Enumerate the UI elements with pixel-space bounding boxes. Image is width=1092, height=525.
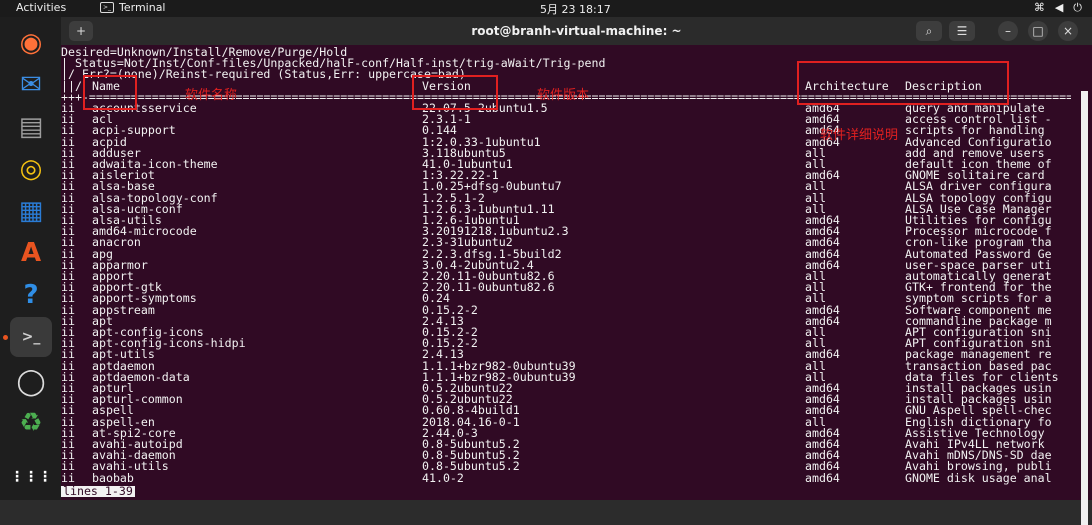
software-icon[interactable]: A bbox=[10, 233, 52, 273]
scrollbar[interactable] bbox=[1081, 91, 1088, 525]
dock-glyph: ◉ bbox=[19, 28, 43, 58]
row-version: 41.0-2 bbox=[422, 470, 464, 485]
close-icon[interactable]: × bbox=[1058, 21, 1078, 41]
row-status: ii bbox=[61, 470, 75, 485]
dvd-icon[interactable]: ◯ bbox=[10, 362, 52, 402]
top-bar: Activities >_ Terminal 5月 23 18:17 ⌘ ◀ ⏻ bbox=[0, 0, 1092, 17]
help-icon[interactable]: ? bbox=[10, 275, 52, 315]
terminal-icon[interactable]: >_ bbox=[10, 317, 52, 357]
table-row: ii baobab 41.0-2 amd64 GNOME disk usage anal bbox=[61, 470, 1071, 485]
activities-button[interactable]: Activities bbox=[16, 1, 66, 14]
firefox-icon[interactable]: ◉ bbox=[10, 23, 52, 63]
dock: ◉ ✉ ▤ ◎ ▦ A? >_ ◯ ♻ ⋮⋮⋮ bbox=[0, 17, 61, 500]
dock-glyph: ♻ bbox=[19, 408, 43, 438]
dock-glyph: ▦ bbox=[18, 196, 44, 226]
writer-icon[interactable]: ▦ bbox=[10, 191, 52, 231]
version-annotation: 软件版本 bbox=[537, 88, 590, 103]
dock-glyph: A bbox=[20, 238, 42, 268]
network-icon[interactable]: ⌘ bbox=[1034, 1, 1045, 15]
trash-icon[interactable]: ♻ bbox=[10, 403, 52, 443]
dock-glyph: ? bbox=[23, 280, 39, 310]
dock-glyph: ✉ bbox=[20, 70, 42, 100]
row-name: baobab bbox=[92, 470, 134, 485]
terminal-small-icon: >_ bbox=[100, 2, 114, 13]
files-icon[interactable]: ▤ bbox=[10, 107, 52, 147]
app-grid-icon[interactable]: ⋮⋮⋮ bbox=[10, 457, 52, 497]
row-desc: GNOME disk usage anal bbox=[905, 470, 1052, 485]
maximize-icon[interactable]: □ bbox=[1028, 21, 1048, 41]
app-name: Terminal bbox=[119, 1, 166, 14]
row-arch: amd64 bbox=[805, 470, 840, 485]
running-indicator bbox=[3, 335, 8, 340]
version-highlight-box bbox=[412, 75, 498, 110]
search-icon[interactable]: ⌕ bbox=[916, 21, 942, 41]
menu-icon[interactable]: ☰ bbox=[949, 21, 975, 41]
title-bar: + root@branh-virtual-machine: ~ ⌕ ☰ – □ … bbox=[61, 17, 1092, 45]
dock-glyph: ▤ bbox=[18, 112, 44, 142]
rhythmbox-icon[interactable]: ◎ bbox=[10, 149, 52, 189]
name-annotation: 软件名称 bbox=[185, 88, 238, 103]
pager-status: lines 1-39 bbox=[61, 484, 135, 498]
system-tray[interactable]: ⌘ ◀ ⏻ bbox=[1034, 1, 1082, 15]
power-icon[interactable]: ⏻ bbox=[1073, 1, 1082, 15]
clock[interactable]: 5月 23 18:17 bbox=[540, 1, 611, 17]
minimize-icon[interactable]: – bbox=[998, 21, 1018, 41]
terminal-output[interactable]: Desired=Unknown/Install/Remove/Purge/Hol… bbox=[61, 45, 1092, 525]
dock-glyph: ⋮⋮⋮ bbox=[10, 469, 52, 485]
app-menu[interactable]: >_ Terminal bbox=[100, 1, 166, 14]
thunderbird-icon[interactable]: ✉ bbox=[10, 65, 52, 105]
description-highlight-box bbox=[797, 61, 1009, 105]
dock-glyph: ◎ bbox=[19, 154, 43, 184]
col-prefix: ||/ bbox=[61, 79, 82, 93]
name-highlight-box bbox=[83, 75, 137, 110]
volume-icon[interactable]: ◀ bbox=[1055, 1, 1063, 15]
dock-glyph: ◯ bbox=[16, 367, 46, 397]
dock-glyph: >_ bbox=[21, 329, 41, 345]
description-annotation: 软件详细说明 bbox=[820, 128, 899, 143]
